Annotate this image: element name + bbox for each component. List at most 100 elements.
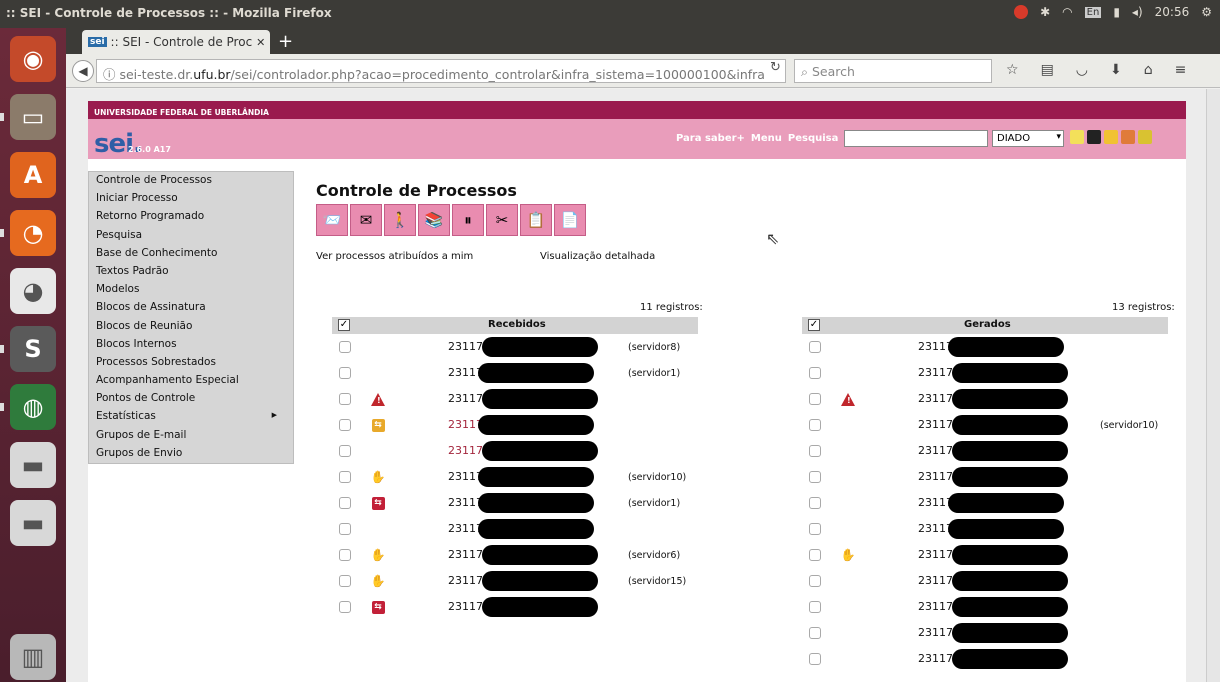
link-para-saber[interactable]: Para saber+: [676, 133, 745, 144]
table-row[interactable]: 23117: [802, 334, 1168, 360]
row-checkbox[interactable]: [339, 341, 351, 353]
trash-icon[interactable]: ▥: [10, 634, 56, 680]
row-checkbox[interactable]: [339, 575, 351, 587]
software-center-icon[interactable]: A: [10, 152, 56, 198]
assigned-user[interactable]: (servidor10): [1100, 420, 1158, 431]
process-number-link[interactable]: 23117.: [448, 574, 487, 587]
files-icon[interactable]: ▭: [10, 94, 56, 140]
link-menu[interactable]: Menu: [751, 133, 782, 144]
toolbar-action-7-icon[interactable]: 📄: [554, 204, 586, 236]
process-number-link[interactable]: 23117.: [918, 548, 957, 561]
menu-item-12[interactable]: Pontos de Controle: [89, 390, 293, 408]
settings-gear-icon[interactable]: ⚙: [1201, 5, 1212, 19]
assigned-user[interactable]: (servidor1): [628, 368, 680, 379]
table-row[interactable]: 23117.: [802, 568, 1168, 594]
table-row[interactable]: 23117.: [802, 620, 1168, 646]
row-checkbox[interactable]: [809, 627, 821, 639]
table-row[interactable]: 23117: [332, 516, 698, 542]
vertical-scrollbar[interactable]: [1206, 89, 1220, 682]
row-checkbox[interactable]: [339, 367, 351, 379]
row-checkbox[interactable]: [809, 523, 821, 535]
menu-item-13[interactable]: Estatísticas ▶: [89, 408, 293, 426]
table-row[interactable]: 23117: [802, 516, 1168, 542]
table-row[interactable]: ⇆ 23117 (servidor1): [332, 490, 698, 516]
info-icon[interactable]: ⓘ: [103, 67, 119, 82]
toolbar-action-3-icon[interactable]: 📚: [418, 204, 450, 236]
menu-item-14[interactable]: Grupos de E-mail: [89, 427, 293, 445]
row-checkbox[interactable]: [809, 471, 821, 483]
row-checkbox[interactable]: [809, 445, 821, 457]
menu-item-3[interactable]: Pesquisa: [89, 227, 293, 245]
toolbar-action-2-icon[interactable]: 🚶: [384, 204, 416, 236]
row-checkbox[interactable]: [339, 393, 351, 405]
battery-icon[interactable]: ▮: [1113, 5, 1120, 19]
row-checkbox[interactable]: [339, 549, 351, 561]
firefox-icon[interactable]: ◔: [10, 210, 56, 256]
header-tool-1-icon[interactable]: [1087, 130, 1101, 144]
menu-item-5[interactable]: Textos Padrão: [89, 263, 293, 281]
wifi-icon[interactable]: ◠: [1062, 5, 1072, 19]
volume-icon[interactable]: ◂): [1132, 5, 1143, 19]
home-icon[interactable]: ⌂: [1144, 62, 1153, 78]
assigned-user[interactable]: (servidor8): [628, 342, 680, 353]
menu-item-15[interactable]: Grupos de Envio: [89, 445, 293, 463]
table-row[interactable]: 23117.: [332, 438, 698, 464]
table-row[interactable]: ✋ 23117 (servidor10): [332, 464, 698, 490]
header-search-input[interactable]: [844, 130, 988, 147]
status-redbox-icon[interactable]: ⇆: [371, 496, 385, 510]
process-number-link[interactable]: 23117.: [918, 626, 957, 639]
header-tool-2-icon[interactable]: [1104, 130, 1118, 144]
select-all-checkbox[interactable]: ✓: [808, 319, 820, 331]
table-row[interactable]: 23117.: [802, 594, 1168, 620]
row-checkbox[interactable]: [809, 367, 821, 379]
process-number-link[interactable]: 23117.: [918, 392, 957, 405]
table-row[interactable]: 23117.: [802, 464, 1168, 490]
status-alert-icon[interactable]: !: [841, 392, 855, 406]
status-yellow-icon[interactable]: ⇆: [371, 418, 385, 432]
table-row[interactable]: ⇆ 23117.: [332, 594, 698, 620]
assigned-user[interactable]: (servidor6): [628, 550, 680, 561]
assigned-user[interactable]: (servidor15): [628, 576, 686, 587]
back-button[interactable]: ◀: [72, 60, 94, 82]
menu-item-7[interactable]: Blocos de Assinatura: [89, 299, 293, 317]
table-row[interactable]: 23117. (servidor8): [332, 334, 698, 360]
table-row[interactable]: ! 23117.: [332, 386, 698, 412]
row-checkbox[interactable]: [809, 341, 821, 353]
process-number-link[interactable]: 23117.: [918, 574, 957, 587]
menu-item-0[interactable]: Controle de Processos: [89, 172, 293, 190]
table-row[interactable]: 23117.: [802, 438, 1168, 464]
unit-select[interactable]: DIADO ▾: [992, 130, 1064, 147]
download-icon[interactable]: ⬇: [1110, 62, 1122, 78]
record-indicator-icon[interactable]: [1014, 5, 1029, 19]
sei-logo[interactable]: sei.: [94, 129, 143, 159]
process-number-link[interactable]: 23117.: [918, 600, 957, 613]
row-checkbox[interactable]: [809, 653, 821, 665]
link-assigned-to-me[interactable]: Ver processos atribuídos a mim: [316, 251, 473, 262]
row-checkbox[interactable]: [339, 471, 351, 483]
bluetooth-icon[interactable]: ✱: [1040, 5, 1050, 19]
process-number-link[interactable]: 23117.: [918, 652, 957, 665]
status-hand-icon[interactable]: ✋: [371, 548, 386, 562]
process-number-link[interactable]: 23117.: [448, 444, 487, 457]
url-bar[interactable]: ⓘ sei-teste.dr.ufu.br/sei/controlador.ph…: [96, 59, 786, 83]
table-row[interactable]: ✋ 23117.: [802, 542, 1168, 568]
header-tool-0-icon[interactable]: [1070, 130, 1084, 144]
clock[interactable]: 20:56: [1155, 5, 1190, 19]
menu-item-6[interactable]: Modelos: [89, 281, 293, 299]
reading-list-icon[interactable]: ▤: [1041, 62, 1054, 78]
dash-icon[interactable]: ◉: [10, 36, 56, 82]
reload-button[interactable]: ↻: [770, 60, 781, 75]
drive2-icon[interactable]: ▬: [10, 500, 56, 546]
browser-search-input[interactable]: ⌕ Search: [794, 59, 992, 83]
row-checkbox[interactable]: [809, 393, 821, 405]
status-redbox-icon[interactable]: ⇆: [371, 600, 385, 614]
row-checkbox[interactable]: [809, 575, 821, 587]
pocket-icon[interactable]: ◡: [1076, 62, 1088, 78]
row-checkbox[interactable]: [809, 497, 821, 509]
process-number-link[interactable]: 23117.: [448, 600, 487, 613]
table-row[interactable]: 23117.: [802, 646, 1168, 672]
table-row[interactable]: 23117 (servidor1): [332, 360, 698, 386]
process-number-link[interactable]: 23117.: [448, 548, 487, 561]
row-checkbox[interactable]: [339, 445, 351, 457]
status-hand-icon[interactable]: ✋: [371, 470, 386, 484]
